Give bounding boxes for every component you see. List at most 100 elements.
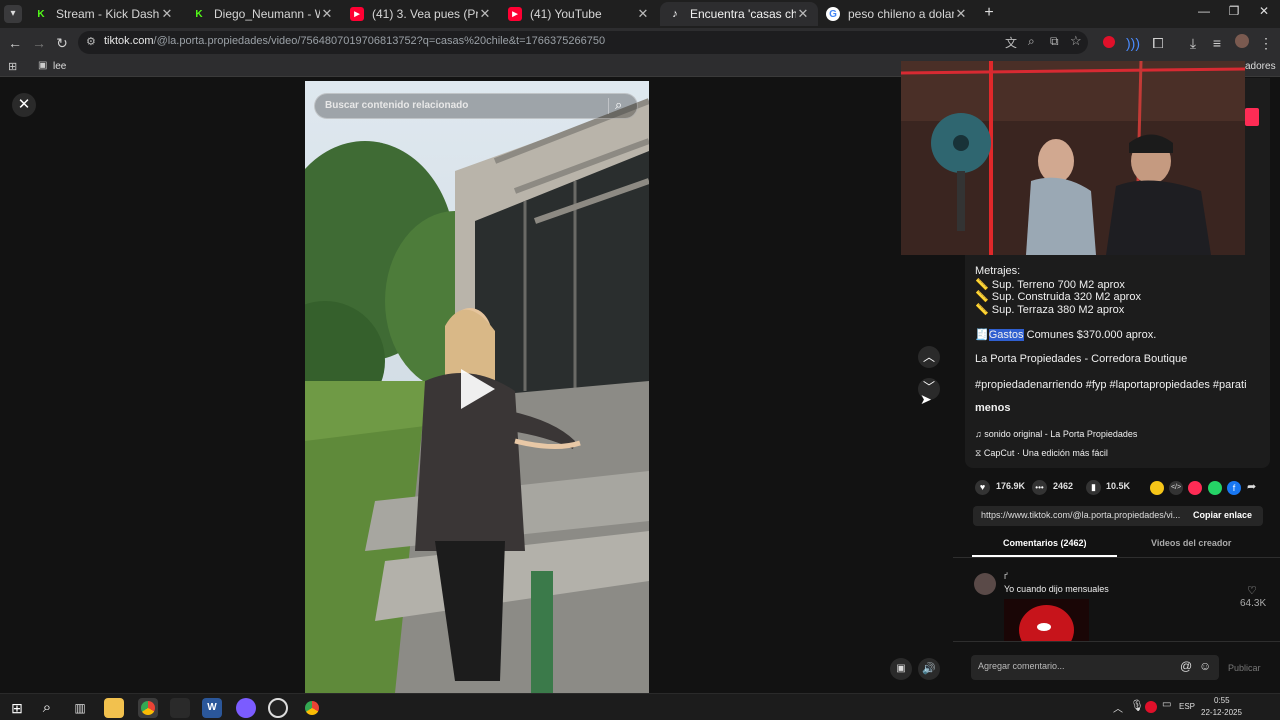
profile-avatar[interactable]	[1232, 33, 1252, 53]
kick-icon: K	[37, 8, 45, 20]
terrace-line: 📏 Sup. Terraza 380 M2 aprox	[975, 304, 1125, 316]
tab-tiktok[interactable]: ♪ Encuentra 'casas chile' en TikTo ✕	[660, 2, 818, 26]
site-info-icon[interactable]: ⚙	[86, 35, 96, 48]
chrome-icon-2[interactable]	[302, 698, 322, 718]
avatar[interactable]	[974, 573, 996, 595]
tab-google[interactable]: G peso chileno a dolar - Buscar c ✕	[818, 2, 976, 26]
bookmark-star-icon[interactable]: ☆	[1070, 33, 1082, 49]
music-note-icon: ♫	[975, 429, 982, 439]
comment-button[interactable]: •••	[1032, 480, 1047, 495]
tiktok-icon: ♪	[672, 8, 678, 20]
address-bar[interactable]: ⚙ tiktok.com/@la.porta.propiedades/video…	[78, 31, 1088, 54]
close-icon[interactable]: ✕	[636, 6, 650, 22]
related-search-placeholder: Buscar contenido relacionado	[325, 100, 469, 111]
emoji-icon[interactable]: ☺	[1199, 659, 1211, 673]
comment-input[interactable]: Agregar comentario... @ ☺	[971, 655, 1219, 680]
comment-like-icon[interactable]: ♡	[1247, 584, 1257, 597]
messenger-icon[interactable]	[236, 698, 256, 718]
like-button[interactable]: ♥	[975, 480, 990, 495]
obs-icon[interactable]	[268, 698, 288, 718]
clock-date[interactable]: 22-12-2025	[1201, 708, 1242, 717]
share-arrow-icon[interactable]: ➦	[1247, 480, 1256, 493]
tab-creator-videos[interactable]: Videos del creador	[1151, 538, 1231, 548]
hashtags-line[interactable]: #propiedadenarriendo #fyp #laportapropie…	[975, 379, 1247, 391]
search-icon[interactable]: ⌕	[615, 97, 622, 113]
play-icon[interactable]	[461, 369, 495, 409]
close-window-button[interactable]: ✕	[1250, 4, 1278, 24]
close-icon[interactable]: ✕	[796, 6, 810, 22]
install-icon[interactable]: ⧉	[1050, 34, 1059, 49]
tab-kick-dashboard[interactable]: K Stream - Kick Dashboard ✕	[26, 2, 182, 26]
media-queue-icon[interactable]: ≡	[1207, 33, 1227, 53]
chrome-icon[interactable]	[138, 698, 158, 718]
close-icon[interactable]: ✕	[320, 6, 334, 22]
menu-icon[interactable]: ⋮	[1256, 33, 1276, 53]
windows-start-icon[interactable]: ⊞	[7, 698, 27, 718]
comment-username[interactable]: ґ	[1004, 571, 1008, 581]
download-icon[interactable]: ⤓	[1183, 33, 1203, 53]
youtube-icon: ▶	[350, 7, 364, 21]
send-icon[interactable]	[1188, 481, 1202, 495]
volume-icon[interactable]: 🔊	[918, 658, 940, 680]
facebook-icon[interactable]: f	[1227, 481, 1241, 495]
previous-video-button[interactable]: ︿	[918, 346, 940, 368]
search-icon[interactable]: ⌕	[37, 698, 57, 718]
microphone-icon[interactable]: 🎙	[1130, 699, 1144, 712]
copy-link-button[interactable]: Copiar enlace	[1193, 510, 1252, 520]
network-icon[interactable]: ▭	[1162, 699, 1171, 710]
language-indicator[interactable]: ESP	[1179, 702, 1195, 711]
forward-icon[interactable]: →	[29, 33, 49, 53]
mention-icon[interactable]: @	[1180, 659, 1192, 673]
like-count: 176.9K	[996, 481, 1026, 491]
extensions-puzzle-icon[interactable]: ⧠	[1148, 33, 1168, 53]
close-icon[interactable]: ✕	[954, 6, 968, 22]
apps-grid-icon[interactable]: ⊞	[8, 60, 17, 73]
tab-youtube[interactable]: ▶ (41) YouTube ✕	[500, 2, 658, 26]
save-button[interactable]: ▮	[1086, 480, 1101, 495]
share-link-box[interactable]: https://www.tiktok.com/@la.porta.propied…	[973, 506, 1263, 526]
clock-time[interactable]: 0:55	[1214, 696, 1230, 705]
translate-icon[interactable]: 文	[1005, 34, 1017, 51]
record-icon[interactable]	[1145, 701, 1157, 713]
zoom-icon[interactable]: ⌕	[1028, 34, 1035, 49]
back-icon[interactable]: ←	[5, 33, 25, 53]
close-icon[interactable]: ✕	[478, 6, 492, 22]
menos-toggle[interactable]: menos	[975, 402, 1010, 414]
tab-title: (41) 3. Vea pues (Prod. Dysbit)	[372, 7, 478, 21]
sound-line[interactable]: ♫ sonido original - La Porta Propiedades	[975, 429, 1137, 439]
bookmark-right-label[interactable]: adores	[1245, 61, 1276, 72]
comment-count: 2462	[1053, 481, 1074, 491]
extension-audio-icon[interactable]: )))	[1123, 33, 1143, 53]
bookmark-lee[interactable]: lee	[53, 61, 66, 72]
tab-youtube-song[interactable]: ▶ (41) 3. Vea pues (Prod. Dysbit) ✕	[342, 2, 500, 26]
restore-button[interactable]: ❐	[1220, 4, 1248, 24]
whatsapp-icon[interactable]	[1208, 481, 1222, 495]
ruler-icon: 📏	[975, 304, 989, 316]
publish-button[interactable]: Publicar	[1228, 663, 1261, 673]
word-icon[interactable]: W	[202, 698, 222, 718]
close-video-button[interactable]: ✕	[12, 93, 36, 117]
embed-icon[interactable]: </>	[1169, 481, 1183, 495]
new-tab-button[interactable]: +	[980, 4, 998, 22]
related-search-input[interactable]: Buscar contenido relacionado ⌕	[314, 93, 638, 119]
gastos-line: 🧾Gastos Comunes $370.000 aprox.	[975, 329, 1157, 341]
davinci-icon[interactable]	[170, 698, 190, 718]
browser-tab-strip: ▾ K Stream - Kick Dashboard ✕ K Diego_Ne…	[0, 0, 1280, 28]
google-icon: G	[826, 7, 840, 21]
close-icon[interactable]: ✕	[160, 6, 174, 22]
capcut-line[interactable]: ⧖ CapCut · Una edición más fácil	[975, 448, 1108, 459]
metrajes-heading: Metrajes:	[975, 265, 1021, 277]
coin-icon[interactable]	[1150, 481, 1164, 495]
task-view-icon[interactable]: ▥	[70, 698, 90, 718]
tab-kick-clips[interactable]: K Diego_Neumann - Watch clips ✕	[184, 2, 342, 26]
tab-comments[interactable]: Comentarios (2462)	[1003, 538, 1087, 548]
video-player[interactable]	[305, 81, 649, 693]
minimize-button[interactable]: —	[1190, 4, 1218, 24]
tray-chevron-icon[interactable]: ︿	[1113, 700, 1123, 715]
url-text[interactable]: tiktok.com/@la.porta.propiedades/video/7…	[104, 35, 605, 47]
file-explorer-icon[interactable]	[104, 698, 124, 718]
reload-icon[interactable]: ↻	[52, 33, 72, 53]
extension-red-icon[interactable]	[1099, 33, 1119, 53]
tab-search-button[interactable]: ▾	[4, 5, 22, 23]
floating-player-icon[interactable]: ▣	[890, 658, 912, 680]
